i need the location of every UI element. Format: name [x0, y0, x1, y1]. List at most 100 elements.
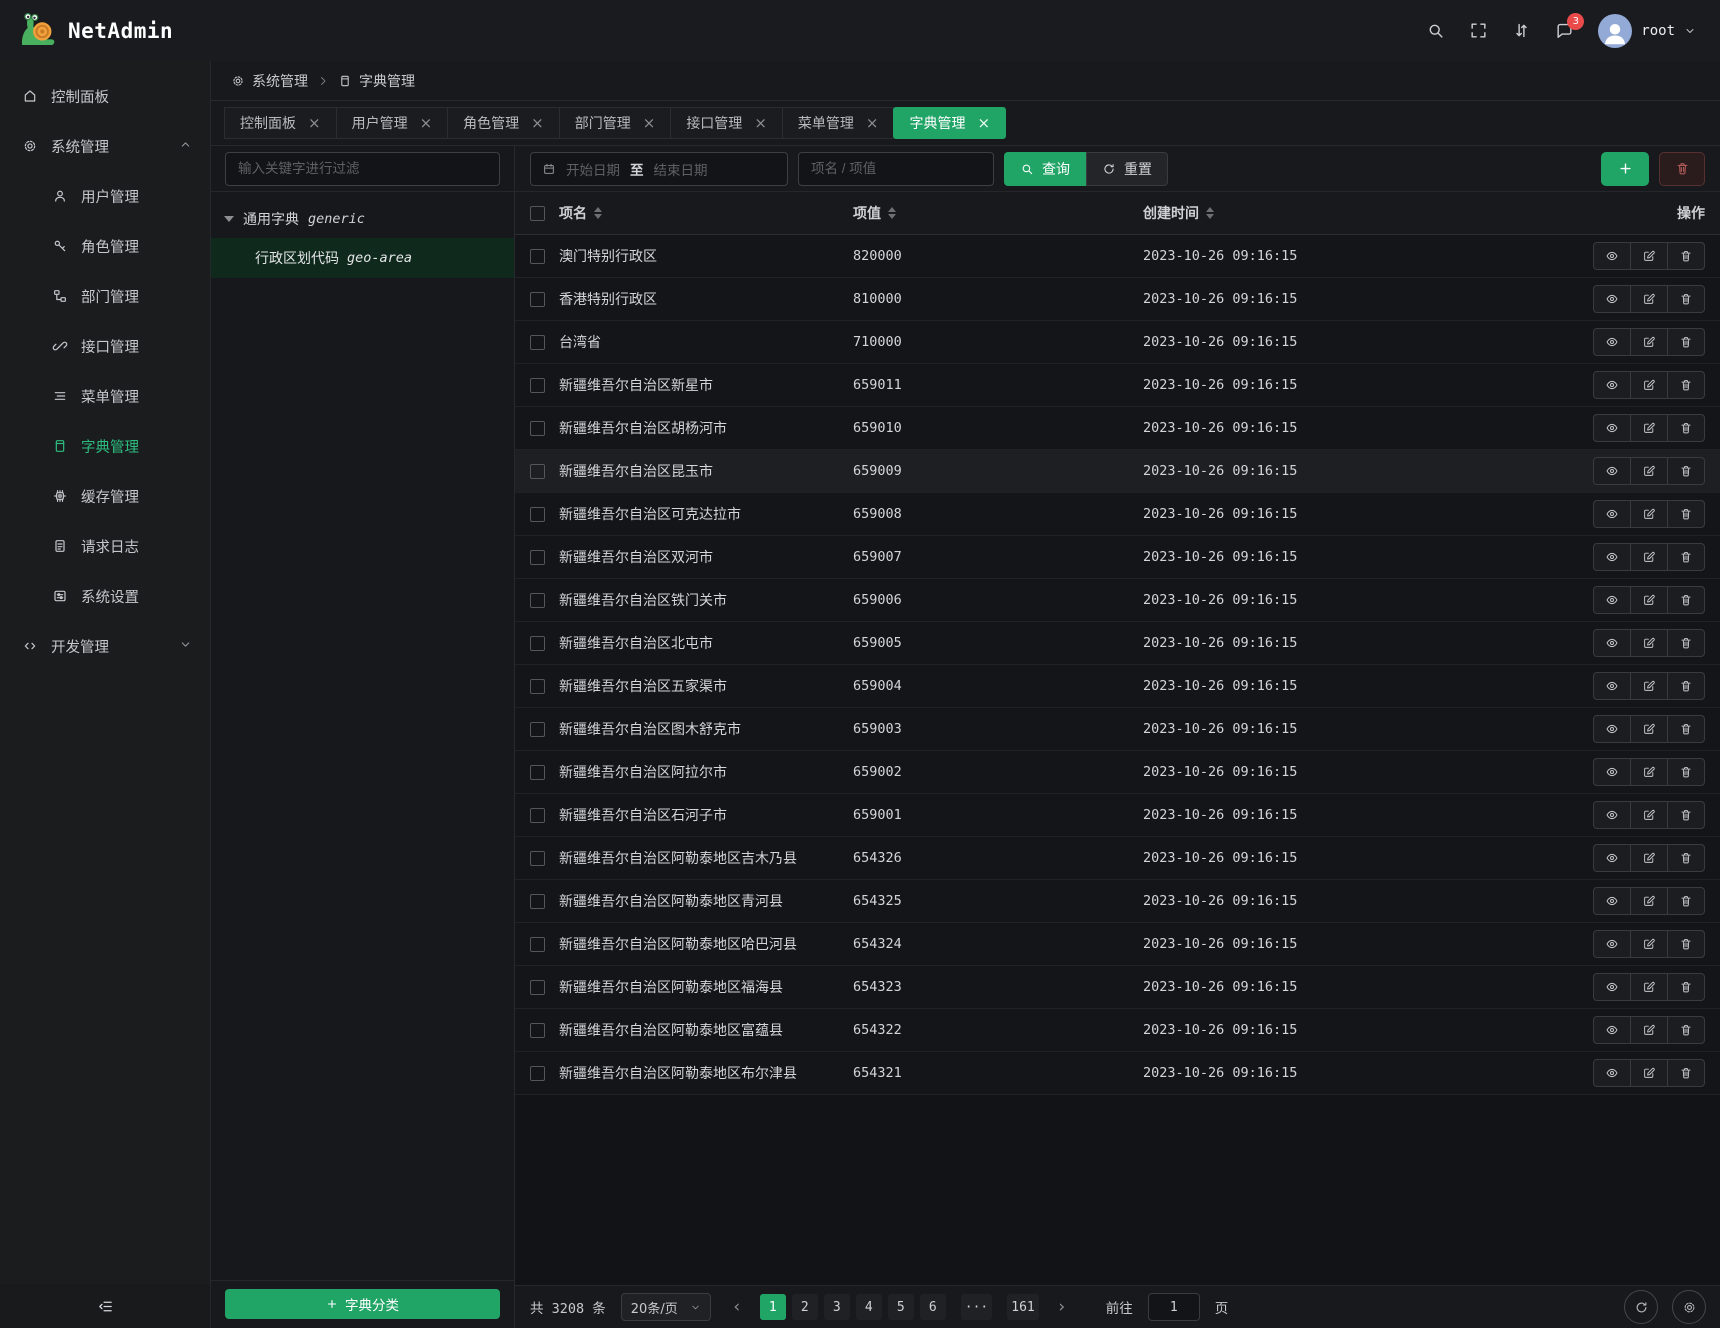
sidebar-item[interactable]: 字典管理: [0, 421, 210, 471]
delete-button[interactable]: [1667, 242, 1705, 270]
tree-node-generic[interactable]: 通用字典 generic: [211, 200, 514, 238]
view-button[interactable]: [1593, 285, 1631, 313]
page-button[interactable]: 4: [856, 1294, 882, 1320]
delete-button[interactable]: [1667, 457, 1705, 485]
delete-button[interactable]: [1667, 1059, 1705, 1087]
delete-button[interactable]: [1667, 715, 1705, 743]
edit-button[interactable]: [1630, 543, 1668, 571]
sort-name-icon[interactable]: [594, 203, 602, 223]
view-button[interactable]: [1593, 887, 1631, 915]
delete-button[interactable]: [1667, 328, 1705, 356]
more-pages-button[interactable]: ···: [961, 1294, 992, 1320]
goto-page-input[interactable]: [1148, 1293, 1200, 1321]
delete-button[interactable]: [1667, 500, 1705, 528]
page-button[interactable]: 5: [888, 1294, 914, 1320]
edit-button[interactable]: [1630, 500, 1668, 528]
delete-button[interactable]: [1667, 371, 1705, 399]
edit-button[interactable]: [1630, 758, 1668, 786]
edit-button[interactable]: [1630, 973, 1668, 1001]
view-button[interactable]: [1593, 328, 1631, 356]
edit-button[interactable]: [1630, 801, 1668, 829]
edit-button[interactable]: [1630, 371, 1668, 399]
view-button[interactable]: [1593, 715, 1631, 743]
messages-icon[interactable]: 3: [1555, 21, 1574, 40]
view-button[interactable]: [1593, 844, 1631, 872]
sidebar-item[interactable]: 请求日志: [0, 521, 210, 571]
row-checkbox[interactable]: [530, 765, 545, 780]
sidebar-item[interactable]: 接口管理: [0, 321, 210, 371]
row-checkbox[interactable]: [530, 636, 545, 651]
prev-page-button[interactable]: ‹: [726, 1297, 748, 1317]
row-checkbox[interactable]: [530, 593, 545, 608]
page-size-select[interactable]: 20条/页: [621, 1293, 711, 1321]
tab[interactable]: 字典管理 ×: [893, 107, 1006, 139]
tab-close-icon[interactable]: ×: [531, 116, 544, 131]
delete-button[interactable]: [1667, 543, 1705, 571]
delete-button[interactable]: [1667, 285, 1705, 313]
edit-button[interactable]: [1630, 457, 1668, 485]
page-button[interactable]: 3: [824, 1294, 850, 1320]
tab[interactable]: 部门管理 ×: [559, 107, 672, 139]
edit-button[interactable]: [1630, 629, 1668, 657]
edit-button[interactable]: [1630, 930, 1668, 958]
view-button[interactable]: [1593, 672, 1631, 700]
sidebar-item[interactable]: 系统管理: [0, 121, 210, 171]
row-checkbox[interactable]: [530, 679, 545, 694]
view-button[interactable]: [1593, 586, 1631, 614]
delete-button[interactable]: [1667, 586, 1705, 614]
sort-created-icon[interactable]: [1206, 203, 1214, 223]
delete-button[interactable]: [1667, 930, 1705, 958]
row-checkbox[interactable]: [530, 507, 545, 522]
row-checkbox[interactable]: [530, 1066, 545, 1081]
add-item-button[interactable]: [1601, 152, 1649, 186]
tab-close-icon[interactable]: ×: [754, 116, 767, 131]
edit-button[interactable]: [1630, 1059, 1668, 1087]
delete-button[interactable]: [1667, 758, 1705, 786]
user-menu[interactable]: root: [1598, 14, 1696, 48]
delete-button[interactable]: [1667, 414, 1705, 442]
view-button[interactable]: [1593, 758, 1631, 786]
view-button[interactable]: [1593, 414, 1631, 442]
tab-close-icon[interactable]: ×: [308, 116, 321, 131]
edit-button[interactable]: [1630, 672, 1668, 700]
row-checkbox[interactable]: [530, 292, 545, 307]
breadcrumb-section[interactable]: 系统管理: [231, 71, 308, 91]
row-checkbox[interactable]: [530, 249, 545, 264]
sidebar-item[interactable]: 角色管理: [0, 221, 210, 271]
view-button[interactable]: [1593, 1016, 1631, 1044]
row-checkbox[interactable]: [530, 808, 545, 823]
row-checkbox[interactable]: [530, 851, 545, 866]
tab-close-icon[interactable]: ×: [643, 116, 656, 131]
page-button[interactable]: 1: [760, 1294, 786, 1320]
search-icon[interactable]: [1426, 21, 1445, 40]
delete-button[interactable]: [1667, 887, 1705, 915]
tab-close-icon[interactable]: ×: [420, 116, 433, 131]
edit-button[interactable]: [1630, 414, 1668, 442]
page-button[interactable]: 6: [920, 1294, 946, 1320]
view-button[interactable]: [1593, 242, 1631, 270]
sidebar-item[interactable]: 部门管理: [0, 271, 210, 321]
view-button[interactable]: [1593, 801, 1631, 829]
row-checkbox[interactable]: [530, 894, 545, 909]
sidebar-item[interactable]: 控制面板: [0, 71, 210, 121]
view-button[interactable]: [1593, 629, 1631, 657]
view-button[interactable]: [1593, 930, 1631, 958]
tree-filter-input[interactable]: [225, 152, 500, 186]
sidebar-item[interactable]: 用户管理: [0, 171, 210, 221]
edit-button[interactable]: [1630, 844, 1668, 872]
tab[interactable]: 角色管理 ×: [447, 107, 560, 139]
tab[interactable]: 用户管理 ×: [336, 107, 449, 139]
tab-close-icon[interactable]: ×: [866, 116, 879, 131]
delete-button[interactable]: [1667, 973, 1705, 1001]
fullscreen-icon[interactable]: [1469, 21, 1488, 40]
view-button[interactable]: [1593, 1059, 1631, 1087]
edit-button[interactable]: [1630, 715, 1668, 743]
view-button[interactable]: [1593, 500, 1631, 528]
keyword-input[interactable]: [798, 152, 994, 186]
row-checkbox[interactable]: [530, 980, 545, 995]
sidebar-collapse-icon[interactable]: [97, 1298, 114, 1315]
edit-button[interactable]: [1630, 328, 1668, 356]
delete-button[interactable]: [1667, 844, 1705, 872]
tab[interactable]: 控制面板 ×: [224, 107, 337, 139]
tree-caret-icon[interactable]: [224, 216, 234, 227]
